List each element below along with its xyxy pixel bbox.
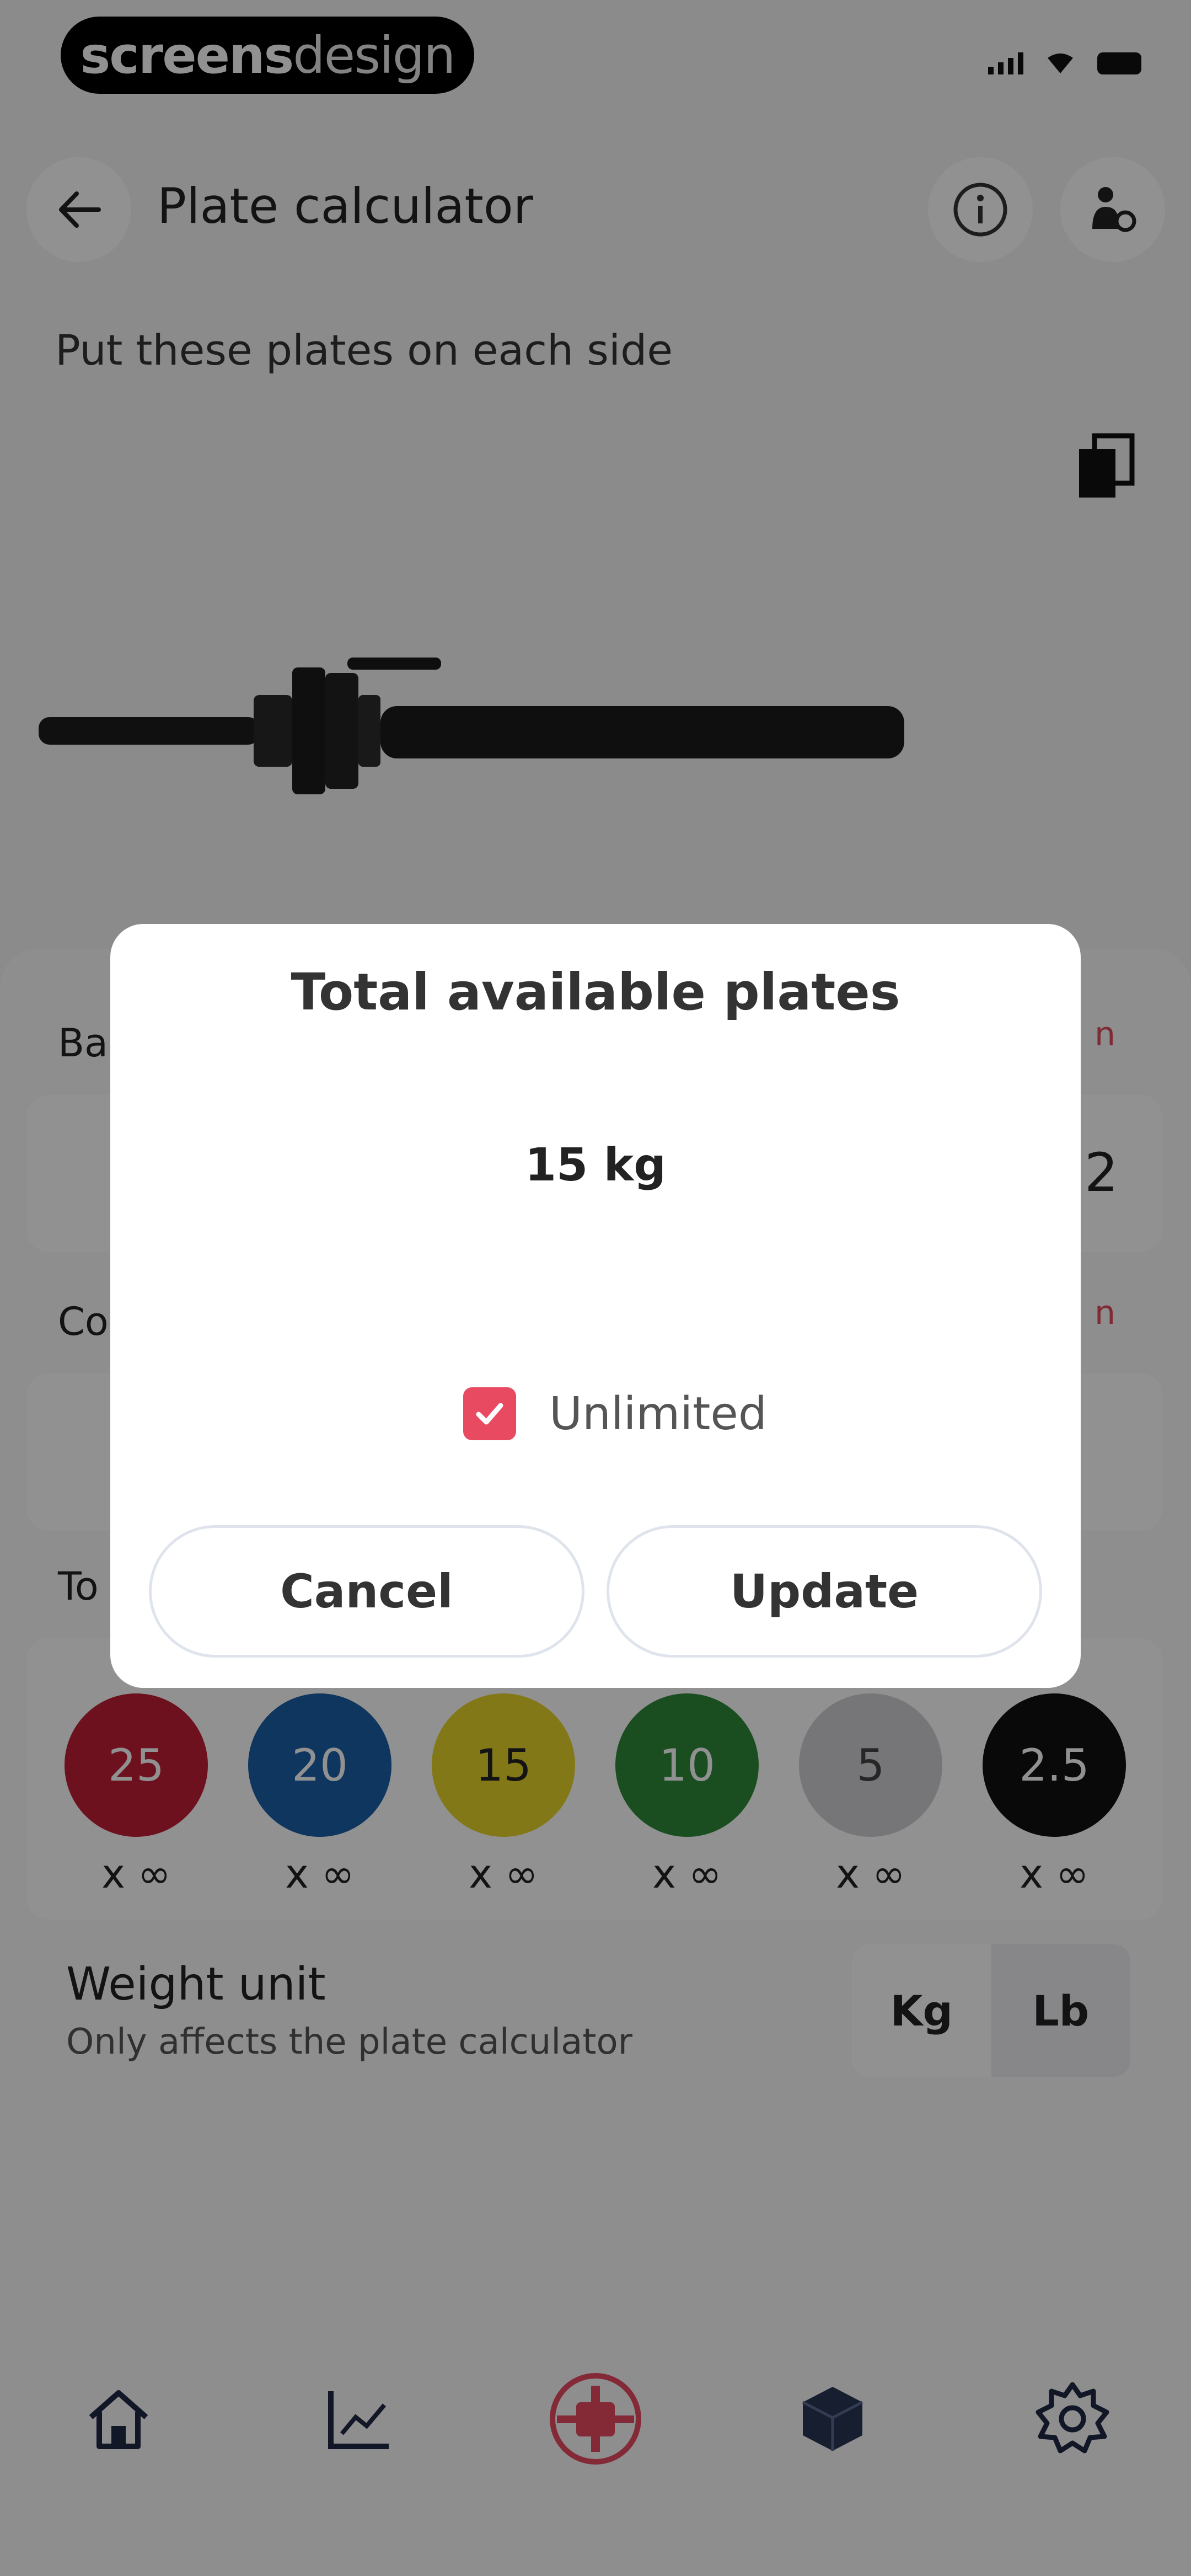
cancel-button[interactable]: Cancel	[149, 1525, 584, 1658]
unlimited-label: Unlimited	[549, 1387, 767, 1440]
unlimited-checkbox[interactable]	[463, 1387, 516, 1440]
unlimited-row[interactable]: Unlimited	[463, 1387, 767, 1440]
available-plates-dialog: Total available plates 15 kg Unlimited C…	[110, 924, 1081, 1688]
plate-weight-value: 15 kg	[525, 1139, 666, 1191]
check-icon	[476, 1403, 503, 1425]
dialog-title: Total available plates	[291, 963, 900, 1022]
update-button[interactable]: Update	[607, 1525, 1042, 1658]
screen: screens design Plate calculator Put these…	[0, 0, 1191, 2576]
